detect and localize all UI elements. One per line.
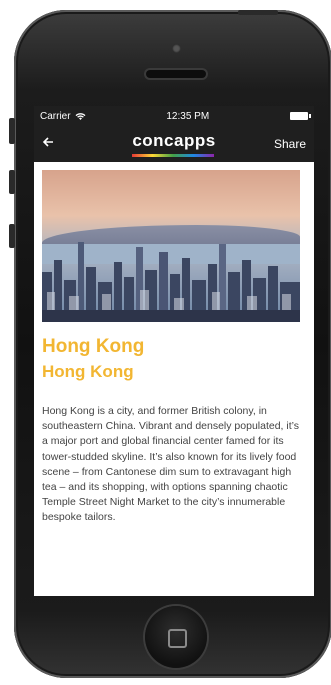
nav-bar: concapps Share bbox=[34, 126, 314, 162]
front-camera bbox=[172, 44, 181, 53]
status-bar: Carrier 12:35 PM bbox=[34, 106, 314, 126]
logo-underline bbox=[132, 154, 214, 157]
wifi-icon bbox=[75, 112, 86, 120]
hero-image bbox=[42, 170, 300, 322]
power-button bbox=[238, 10, 278, 15]
earpiece-speaker bbox=[146, 70, 206, 78]
app-logo: concapps bbox=[132, 131, 216, 150]
share-button[interactable]: Share bbox=[274, 137, 306, 151]
clock: 12:35 PM bbox=[166, 110, 210, 122]
phone-screen: Carrier 12:35 PM concapps Share Hong Kon… bbox=[34, 106, 314, 596]
article-title: Hong Kong bbox=[42, 336, 145, 357]
battery-icon bbox=[290, 112, 311, 120]
home-button[interactable] bbox=[145, 606, 207, 668]
volume-up-button bbox=[9, 170, 15, 194]
article-body: Hong Kong is a city, and former British … bbox=[42, 405, 300, 524]
carrier-label: Carrier bbox=[40, 110, 71, 122]
mute-switch bbox=[9, 118, 15, 144]
article-subtitle: Hong Kong bbox=[42, 362, 134, 381]
volume-down-button bbox=[9, 224, 15, 248]
home-square-icon bbox=[168, 629, 187, 648]
article: Hong Kong Hong Kong Hong Kong is a city,… bbox=[34, 162, 314, 526]
